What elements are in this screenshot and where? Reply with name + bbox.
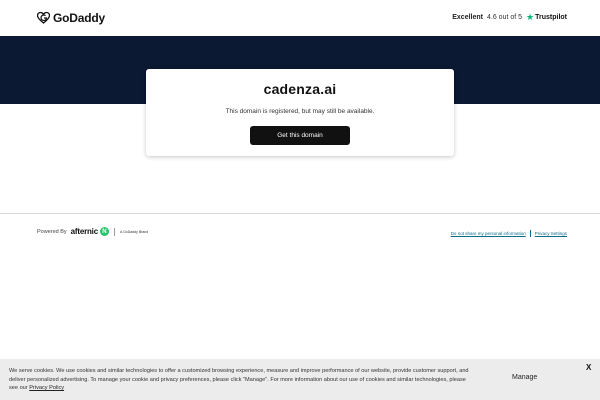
get-domain-button[interactable]: Get this domain [250,126,350,145]
logo-text: GoDaddy [53,11,105,25]
trustpilot-brand-label: Trustpilot [535,14,567,21]
trustpilot-star-icon: ★ [526,12,535,22]
footer-links: Do not share my personal information Pri… [451,230,567,237]
privacy-policy-link[interactable]: Privacy Policy [29,385,64,391]
afternic-wordmark: afternic [70,227,99,236]
trustpilot-brand: ★ Trustpilot [526,13,567,22]
afternic-logo[interactable]: afternic N [71,227,109,236]
godaddy-logo[interactable]: GoDaddy [37,11,105,25]
godaddy-brand-note: A GoDaddy Brand [119,229,149,234]
trustpilot-score: 4.6 out of 5 [487,14,523,21]
domain-name: cadenza.ai [263,81,337,97]
cookie-banner: We serve cookies. We use cookies and sim… [0,359,600,400]
domain-card: cadenza.ai This domain is registered, bu… [146,69,454,156]
godaddy-heart-icon [37,12,50,24]
top-bar: GoDaddy Excellent 4.6 out of 5 ★ Trustpi… [0,0,600,36]
domain-status-text: This domain is registered, but may still… [225,108,375,115]
powered-by: Powered By afternic N A GoDaddy Brand [37,227,148,236]
privacy-settings-link[interactable]: Privacy Settings [535,231,567,236]
manage-cookies-button[interactable]: Manage [512,374,537,381]
footer-link-separator [529,230,531,237]
cookie-message: We serve cookies. We use cookies and sim… [9,367,469,393]
cookie-text: We serve cookies. We use cookies and sim… [9,368,469,392]
brand-separator [113,227,115,236]
powered-by-label: Powered By [37,228,67,235]
footer-divider [0,213,600,214]
do-not-share-link[interactable]: Do not share my personal information [451,231,526,236]
close-icon[interactable]: X [586,363,591,372]
trustpilot-widget[interactable]: Excellent 4.6 out of 5 ★ Trustpilot [452,13,567,22]
afternic-n-icon: N [99,227,109,236]
trustpilot-rating-word: Excellent [452,14,483,21]
